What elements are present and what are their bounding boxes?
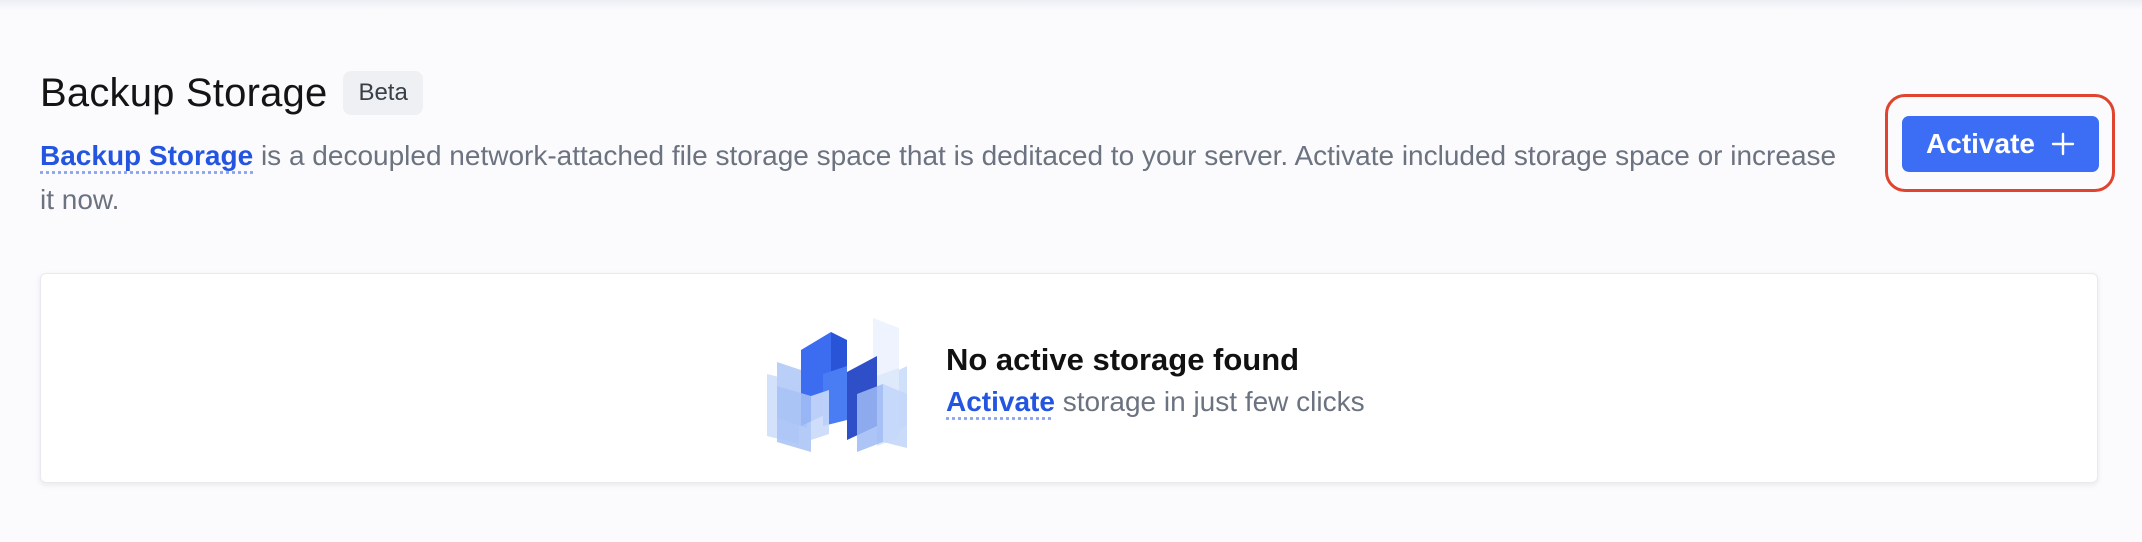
activate-link[interactable]: Activate <box>946 386 1055 417</box>
empty-state-subtitle: Activate storage in just few clicks <box>946 382 1365 422</box>
activate-button[interactable]: Activate <box>1902 116 2099 172</box>
title-row: Backup Storage Beta <box>40 68 1840 118</box>
storage-blocks-icon <box>767 318 907 452</box>
backup-storage-link[interactable]: Backup Storage <box>40 140 253 171</box>
page-title: Backup Storage <box>40 70 328 115</box>
empty-state-text: No active storage found Activate storage… <box>946 340 1365 422</box>
beta-badge: Beta <box>343 71 423 115</box>
empty-state-card: No active storage found Activate storage… <box>40 273 2098 483</box>
section-header: Backup Storage Beta Backup Storage is a … <box>40 68 1840 222</box>
activate-button-label: Activate <box>1926 128 2035 159</box>
description-text: is a decoupled network-attached file sto… <box>40 140 1837 215</box>
top-shadow <box>0 0 2142 10</box>
empty-state-subtitle-text: storage in just few clicks <box>1054 386 1365 417</box>
empty-state-title: No active storage found <box>946 342 1300 377</box>
plus-icon <box>2051 132 2075 156</box>
section-description: Backup Storage is a decoupled network-at… <box>40 134 1840 222</box>
